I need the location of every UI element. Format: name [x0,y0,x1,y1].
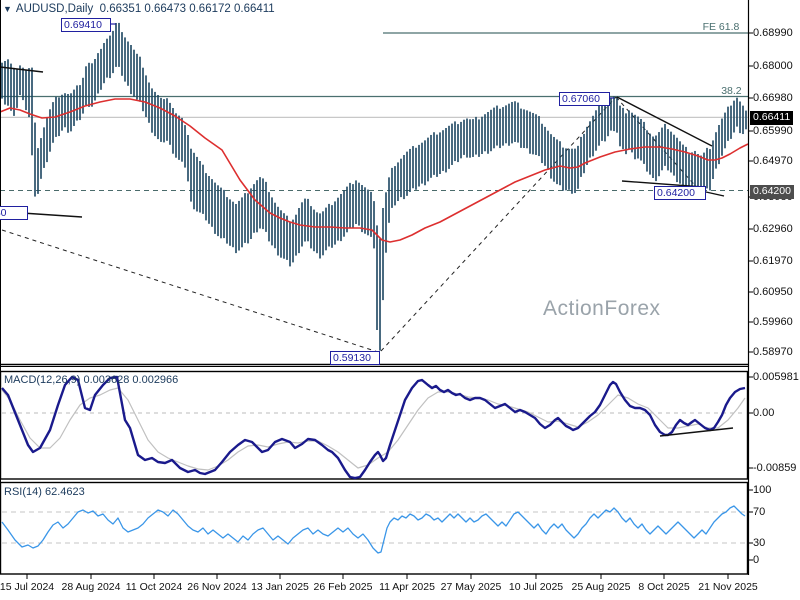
price-annotation: 0.59130 [330,351,380,365]
price-axis-label: 0.61970 [753,256,793,267]
price-axis-label: 0.62960 [753,224,793,235]
date-axis-label: 8 Oct 2025 [638,581,689,593]
price-axis-label: 0.59960 [753,317,793,328]
price-annotation: 0.67060 [559,92,610,106]
macd-axis-label: -0.00859 [753,463,796,474]
date-axis-label: 28 Aug 2024 [62,581,121,593]
price-axis-label: 0.64970 [753,156,793,167]
price-axis-badge: 0.66411 [750,111,793,125]
price-axis-label: 0.68990 [753,28,793,39]
chart-header: ▼ AUDUSD,Daily 0.66351 0.66473 0.66172 0.… [3,3,275,15]
rsi-axis-label: 100 [753,485,771,496]
price-annotation: 0.69410 [61,18,111,32]
date-axis-label: 13 Jan 2025 [251,581,309,593]
quote-high: 0.66473 [144,3,186,15]
quote-open: 0.66351 [100,3,142,15]
symbol-timeframe: AUDUSD,Daily [16,3,93,15]
price-axis-label: 0.58970 [753,347,793,358]
price-axis-label: 0.65990 [753,126,793,137]
date-axis-label: 21 Nov 2025 [698,581,758,593]
date-axis-label: 15 Jul 2024 [0,581,54,593]
price-axis-badge: 0.64200 [750,185,794,199]
date-axis-label: 27 May 2025 [441,581,502,593]
fib-level-label: FE 61.8 [703,21,740,33]
rsi-label: RSI(14) 62.4623 [4,486,85,498]
price-annotation: 480 [0,206,28,220]
date-axis-label: 11 Oct 2024 [126,581,182,593]
forex-chart: ▼ AUDUSD,Daily 0.66351 0.66473 0.66172 0.… [0,0,800,600]
fib-level-label: 38.2 [721,85,741,97]
date-axis-label: 26 Nov 2024 [187,581,247,593]
price-axis-label: 0.66980 [753,93,793,104]
price-annotation: 0.64200 [654,186,706,200]
rsi-axis-label: 70 [753,507,765,518]
date-axis-label: 25 Aug 2025 [572,581,631,593]
symbol-dropdown-icon[interactable]: ▼ [3,4,12,14]
chart-canvas [0,0,800,600]
macd-axis-label: 0.005981 [753,372,799,383]
date-axis-label: 10 Jul 2025 [509,581,563,593]
macd-label: MACD(12,26,9) 0.003628 0.002966 [4,374,178,386]
price-axis-label: 0.68000 [753,61,793,72]
macd-axis-label: 0.00 [753,408,774,419]
quote-low: 0.66172 [189,3,231,15]
price-axis-label: 0.60950 [753,287,793,298]
rsi-axis-label: 30 [753,538,765,549]
watermark: ActionForex [543,297,661,321]
date-axis-label: 26 Feb 2025 [314,581,373,593]
date-axis-label: 11 Apr 2025 [379,581,435,593]
quote-close: 0.66411 [234,3,275,15]
rsi-axis-label: 0 [753,555,759,566]
